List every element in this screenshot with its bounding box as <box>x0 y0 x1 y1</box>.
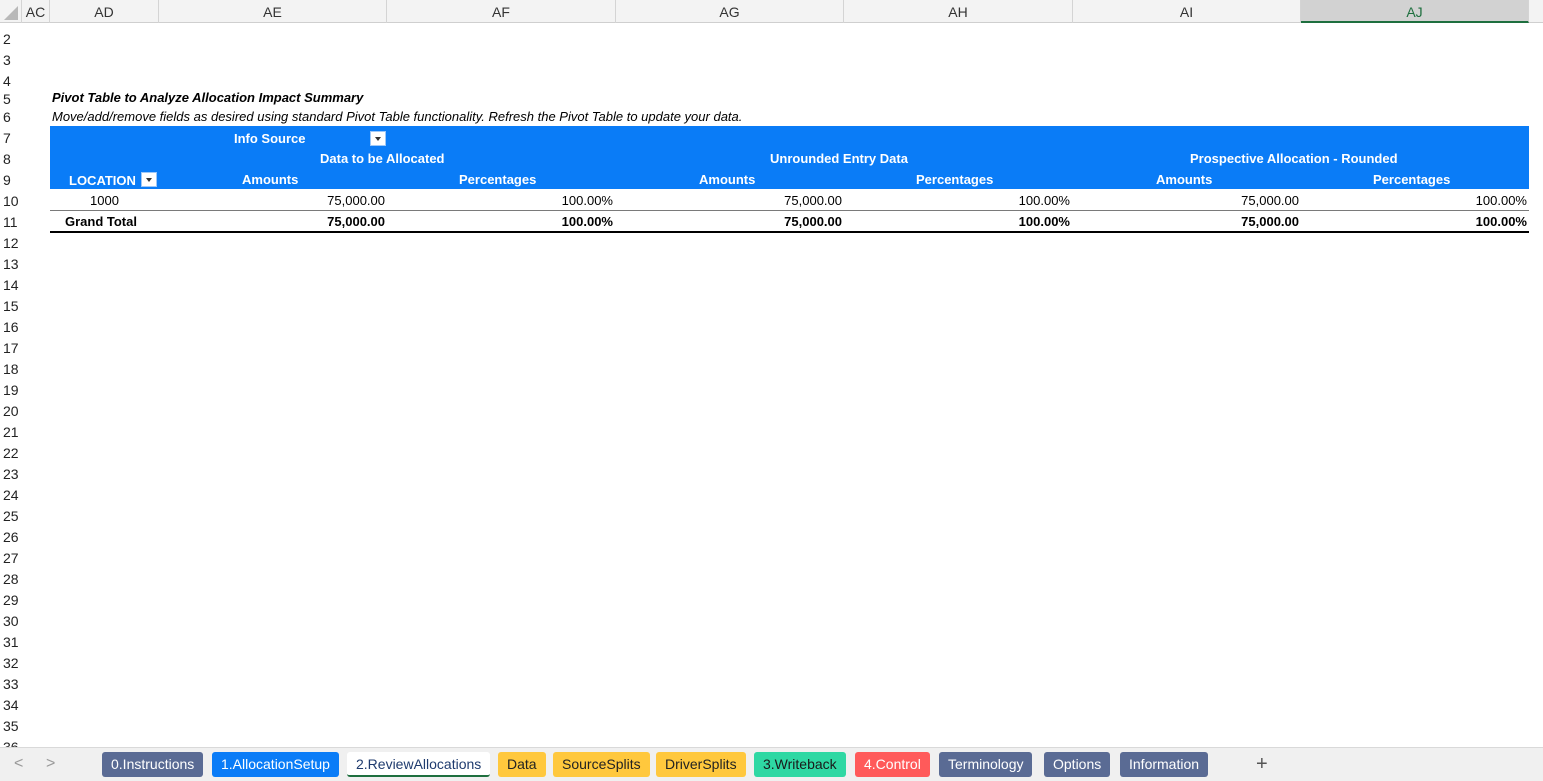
tab-writeback[interactable]: 3.Writeback <box>754 752 846 777</box>
row-header[interactable]: 9 <box>0 170 22 191</box>
row-header[interactable]: 8 <box>0 149 22 170</box>
row-header[interactable]: 25 <box>0 506 22 527</box>
value-cell[interactable]: 75,000.00 <box>620 193 842 208</box>
pivot-table-header: Info Source Data to be Allocated Unround… <box>50 126 1529 189</box>
column-header-bar: AC AD AE AF AG AH AI AJ <box>0 0 1543 23</box>
row-header[interactable]: 3 <box>0 50 22 71</box>
column-field-filter-button[interactable] <box>370 131 386 146</box>
row-header[interactable]: 33 <box>0 674 22 695</box>
grand-total-value[interactable]: 75,000.00 <box>620 214 842 229</box>
row-header[interactable]: 6 <box>0 107 22 128</box>
grand-total-value[interactable]: 75,000.00 <box>1080 214 1299 229</box>
value-cell[interactable]: 100.00% <box>1305 193 1527 208</box>
row-header-bar: 2 3 4 5 6 7 8 9 10 11 12 13 14 15 16 17 … <box>0 23 22 747</box>
measure-header-amounts[interactable]: Amounts <box>242 172 298 187</box>
grand-total-value[interactable]: 100.00% <box>390 214 613 229</box>
group-header-data-to-be-allocated[interactable]: Data to be Allocated <box>320 151 444 166</box>
grand-total-value[interactable]: 100.00% <box>850 214 1070 229</box>
measure-header-amounts[interactable]: Amounts <box>699 172 755 187</box>
column-field-label[interactable]: Info Source <box>234 131 306 146</box>
row-header[interactable]: 26 <box>0 527 22 548</box>
measure-header-percentages[interactable]: Percentages <box>1373 172 1450 187</box>
sheet-title[interactable]: Pivot Table to Analyze Allocation Impact… <box>52 90 363 105</box>
group-header-prospective-allocation[interactable]: Prospective Allocation - Rounded <box>1190 151 1398 166</box>
column-header-ag[interactable]: AG <box>616 0 844 23</box>
tab-driver-splits[interactable]: DriverSplits <box>656 752 746 777</box>
scroll-tabs-right-icon[interactable]: > <box>46 755 55 773</box>
row-header[interactable]: 7 <box>0 128 22 149</box>
row-header[interactable]: 24 <box>0 485 22 506</box>
row-header[interactable]: 34 <box>0 695 22 716</box>
grand-total-top-border <box>50 210 1529 211</box>
value-cell[interactable]: 75,000.00 <box>1080 193 1299 208</box>
row-header[interactable]: 36 <box>0 737 22 747</box>
tab-options[interactable]: Options <box>1044 752 1111 777</box>
row-field-filter-button[interactable] <box>141 172 157 187</box>
row-header[interactable]: 31 <box>0 632 22 653</box>
scroll-tabs-left-icon[interactable]: < <box>14 755 23 773</box>
row-header[interactable]: 27 <box>0 548 22 569</box>
value-cell[interactable]: 100.00% <box>850 193 1070 208</box>
row-header[interactable]: 14 <box>0 275 22 296</box>
tab-data[interactable]: Data <box>498 752 546 777</box>
row-header[interactable]: 18 <box>0 359 22 380</box>
row-header[interactable]: 28 <box>0 569 22 590</box>
grand-total-bottom-border <box>50 231 1529 233</box>
row-header[interactable]: 10 <box>0 191 22 212</box>
column-header-ac[interactable]: AC <box>22 0 50 23</box>
value-cell[interactable]: 100.00% <box>390 193 613 208</box>
row-header[interactable]: 19 <box>0 380 22 401</box>
row-header[interactable]: 35 <box>0 716 22 737</box>
row-header[interactable]: 23 <box>0 464 22 485</box>
row-header[interactable]: 20 <box>0 401 22 422</box>
row-field-label[interactable]: LOCATION <box>69 173 136 188</box>
select-all-corner[interactable] <box>0 0 22 23</box>
column-header-aj[interactable]: AJ <box>1301 0 1529 23</box>
row-header[interactable]: 2 <box>0 29 22 50</box>
value-cell[interactable]: 75,000.00 <box>160 193 385 208</box>
column-header-ad[interactable]: AD <box>50 0 159 23</box>
column-header-ai[interactable]: AI <box>1073 0 1301 23</box>
group-header-unrounded-entry-data[interactable]: Unrounded Entry Data <box>770 151 908 166</box>
tab-allocation-setup[interactable]: 1.AllocationSetup <box>212 752 339 777</box>
spreadsheet-window: AC AD AE AF AG AH AI AJ 2 3 4 5 6 7 8 9 … <box>0 0 1543 781</box>
tab-information[interactable]: Information <box>1120 752 1209 777</box>
row-header[interactable]: 13 <box>0 254 22 275</box>
column-header-ah[interactable]: AH <box>844 0 1073 23</box>
row-header[interactable]: 32 <box>0 653 22 674</box>
row-header[interactable]: 22 <box>0 443 22 464</box>
row-label-location[interactable]: 1000 <box>90 193 119 208</box>
row-header[interactable]: 29 <box>0 590 22 611</box>
sheet-tab-bar: < > 0.Instructions 1.AllocationSetup 2.R… <box>0 747 1543 781</box>
measure-header-percentages[interactable]: Percentages <box>459 172 536 187</box>
tab-control[interactable]: 4.Control <box>855 752 930 777</box>
tab-terminology[interactable]: Terminology <box>939 752 1033 777</box>
row-header[interactable]: 16 <box>0 317 22 338</box>
measure-header-amounts[interactable]: Amounts <box>1156 172 1212 187</box>
tab-source-splits[interactable]: SourceSplits <box>553 752 650 777</box>
row-header[interactable]: 30 <box>0 611 22 632</box>
grand-total-value[interactable]: 75,000.00 <box>160 214 385 229</box>
row-header[interactable]: 15 <box>0 296 22 317</box>
row-header[interactable]: 21 <box>0 422 22 443</box>
column-header-af[interactable]: AF <box>387 0 616 23</box>
tab-instructions[interactable]: 0.Instructions <box>102 752 204 777</box>
row-header[interactable]: 17 <box>0 338 22 359</box>
sheet-subtitle[interactable]: Move/add/remove fields as desired using … <box>52 109 742 124</box>
add-sheet-icon[interactable]: + <box>1256 753 1268 776</box>
grand-total-value[interactable]: 100.00% <box>1305 214 1527 229</box>
row-header[interactable]: 11 <box>0 212 22 233</box>
grand-total-label[interactable]: Grand Total <box>65 214 137 229</box>
measure-header-percentages[interactable]: Percentages <box>916 172 993 187</box>
tab-review-allocations[interactable]: 2.ReviewAllocations <box>347 752 491 777</box>
row-header[interactable]: 12 <box>0 233 22 254</box>
column-header-ae[interactable]: AE <box>159 0 387 23</box>
